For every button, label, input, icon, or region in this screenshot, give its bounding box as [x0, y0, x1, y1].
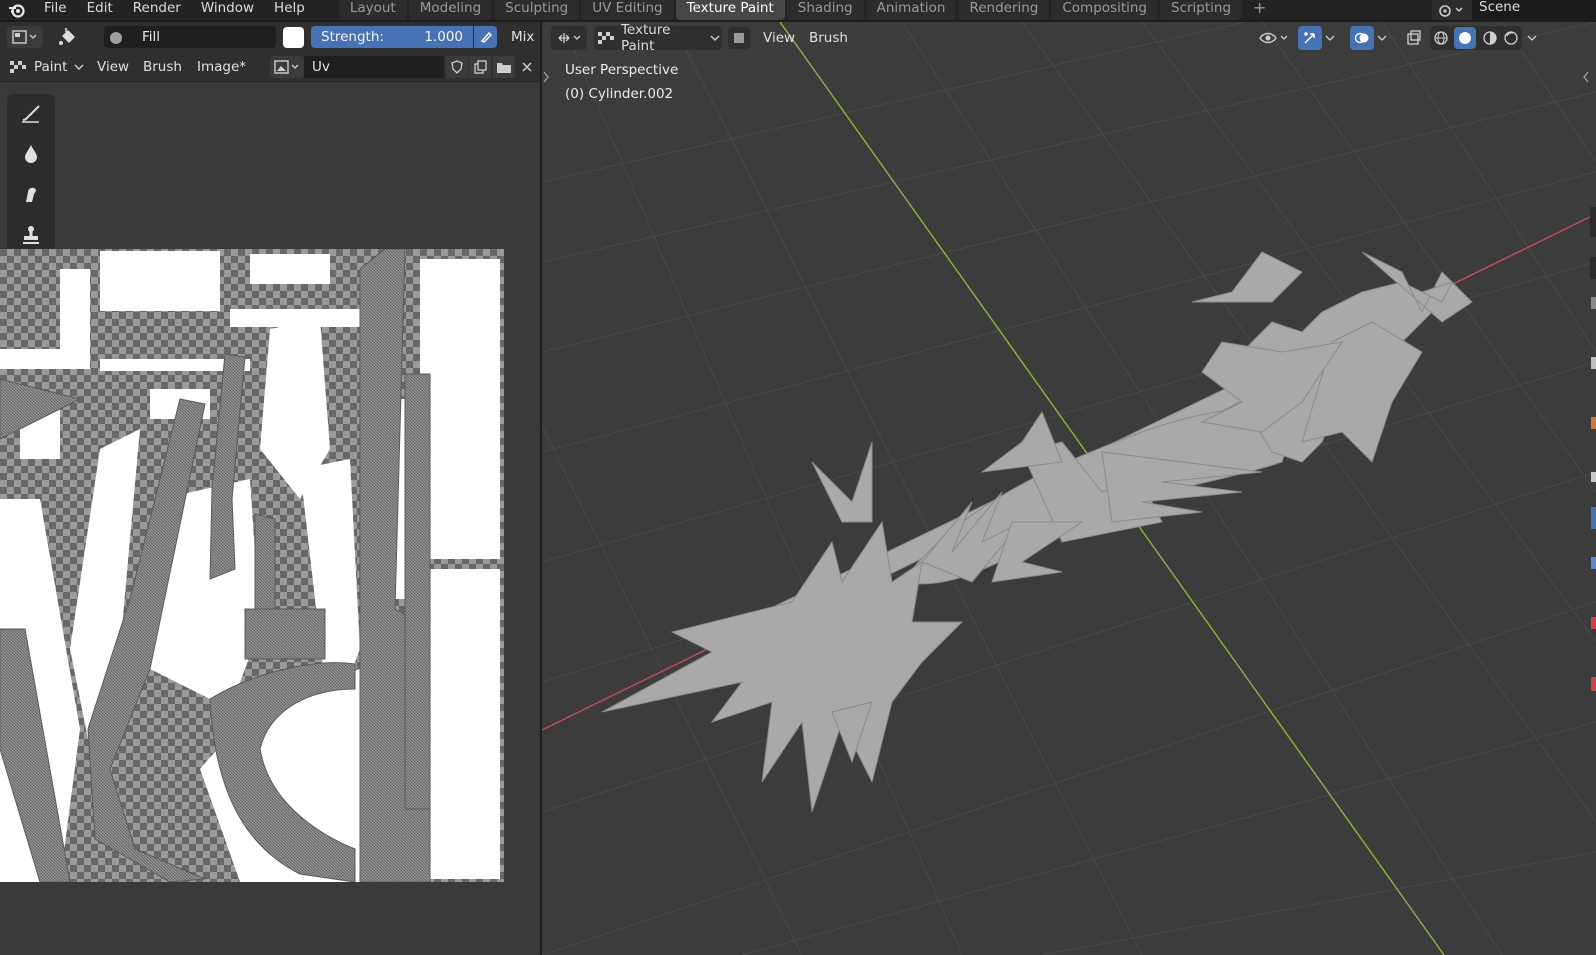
sidebar-expand-arrow-icon[interactable]: [1582, 69, 1590, 85]
scene-name[interactable]: Scene: [1472, 0, 1596, 20]
viewport-mode-dropdown[interactable]: Texture Paint: [594, 22, 722, 54]
tool-settings-header: Fill Strength: 1.000 Mix: [0, 22, 540, 52]
fill-tool-icon[interactable]: [57, 26, 79, 48]
tab-animation[interactable]: Animation: [865, 0, 957, 20]
rendered-shading-icon[interactable]: [1503, 30, 1519, 46]
workspace-tabs: Layout Modeling Sculpting UV Editing Tex…: [338, 0, 1276, 20]
strength-value: 1.000: [424, 29, 463, 45]
gizmo-dropdown-chevron-icon[interactable]: [1324, 26, 1340, 50]
chevron-down-icon: [74, 64, 84, 70]
brush-name-field[interactable]: Fill: [104, 26, 276, 48]
menu-image[interactable]: Image*: [190, 56, 253, 78]
shading-dropdown-chevron-icon[interactable]: [1526, 26, 1542, 50]
tab-shading[interactable]: Shading: [786, 0, 864, 20]
texture-slots-icon[interactable]: [728, 27, 750, 49]
3d-viewport[interactable]: Texture Paint View Brush User Perspectiv…: [542, 22, 1596, 955]
image-editor: Fill Strength: 1.000 Mix Paint View Brus…: [0, 22, 540, 955]
image-icon: [274, 60, 299, 74]
brush-color-swatch[interactable]: [283, 27, 304, 48]
fake-user-shield-icon[interactable]: [446, 56, 468, 78]
menu-file[interactable]: File: [34, 0, 77, 20]
scene-selector[interactable]: Scene: [1432, 0, 1596, 20]
properties-side-tabs[interactable]: [1588, 207, 1596, 727]
menu-view[interactable]: View: [90, 56, 136, 78]
open-folder-icon[interactable]: [493, 56, 515, 78]
close-icon[interactable]: [516, 56, 538, 78]
blender-logo-icon[interactable]: [0, 0, 34, 20]
tab-compositing[interactable]: Compositing: [1051, 0, 1158, 20]
checker-mode-icon: [597, 32, 614, 44]
new-image-icon[interactable]: [469, 56, 491, 78]
soften-icon[interactable]: [7, 134, 55, 174]
image-browse-dropdown[interactable]: [270, 56, 304, 78]
smear-icon[interactable]: [7, 174, 55, 214]
tab-rendering[interactable]: Rendering: [958, 0, 1050, 20]
viewport-header: Texture Paint View Brush: [542, 22, 1596, 54]
chevron-down-icon: [710, 35, 720, 41]
menu-edit[interactable]: Edit: [77, 0, 123, 20]
image-name-field[interactable]: Uv: [304, 56, 444, 78]
pressure-toggle[interactable]: [474, 26, 497, 48]
tab-uv-editing[interactable]: UV Editing: [581, 0, 674, 20]
scene-icon[interactable]: [1432, 0, 1472, 20]
menu-help[interactable]: Help: [264, 0, 315, 20]
shading-mode-group: [1430, 26, 1522, 50]
tab-sculpting[interactable]: Sculpting: [494, 0, 580, 20]
menu-window[interactable]: Window: [191, 0, 264, 20]
editor-type-dropdown[interactable]: [7, 26, 43, 48]
viewport-editor-type-dropdown[interactable]: [551, 26, 587, 50]
add-workspace-button[interactable]: +: [1244, 0, 1275, 20]
viewport-menu-view[interactable]: View: [756, 27, 802, 49]
top-bar: File Edit Render Window Help Layout Mode…: [0, 0, 1596, 20]
viewport-menu-brush[interactable]: Brush: [802, 27, 855, 49]
view-perspective-label: User Perspective: [565, 62, 679, 78]
mode-dropdown[interactable]: Paint: [8, 56, 84, 78]
editor-header: Paint View Brush Image* Uv: [0, 52, 540, 82]
active-object-label: (0) Cylinder.002: [565, 86, 674, 102]
viewport-mode-label: Texture Paint: [620, 22, 671, 54]
visibility-icon[interactable]: [1254, 26, 1294, 50]
checker-mode-icon: [10, 61, 26, 73]
overlays-toggle-icon[interactable]: [1350, 26, 1374, 50]
brush-preview-icon: [110, 32, 122, 44]
tab-modeling[interactable]: Modeling: [408, 0, 493, 20]
tab-layout[interactable]: Layout: [338, 0, 407, 20]
strength-label: Strength:: [321, 29, 384, 45]
pen-pressure-icon: [480, 31, 492, 43]
viewport-scene: [542, 22, 1596, 955]
wireframe-shading-icon[interactable]: [1433, 30, 1449, 46]
solid-shading-icon[interactable]: [1454, 27, 1477, 49]
menu-brush[interactable]: Brush: [136, 56, 189, 78]
menu-render[interactable]: Render: [123, 0, 191, 20]
gizmo-toggle-icon[interactable]: [1298, 26, 1322, 50]
toolbar-expand-arrow-icon[interactable]: [542, 69, 550, 85]
draw-brush-icon[interactable]: [7, 94, 55, 134]
overlays-dropdown-chevron-icon[interactable]: [1376, 26, 1392, 50]
tab-texture-paint[interactable]: Texture Paint: [675, 0, 785, 20]
strength-slider[interactable]: Strength: 1.000: [311, 26, 473, 48]
uv-texture-image[interactable]: [0, 249, 504, 882]
clone-icon[interactable]: [7, 214, 55, 254]
tab-scripting[interactable]: Scripting: [1160, 0, 1243, 20]
xray-toggle-icon[interactable]: [1402, 26, 1426, 50]
keyblade-model[interactable]: [601, 251, 1473, 813]
blend-mode-dropdown[interactable]: Mix: [504, 26, 541, 48]
material-shading-icon[interactable]: [1482, 30, 1498, 46]
mode-label: Paint: [34, 59, 68, 75]
